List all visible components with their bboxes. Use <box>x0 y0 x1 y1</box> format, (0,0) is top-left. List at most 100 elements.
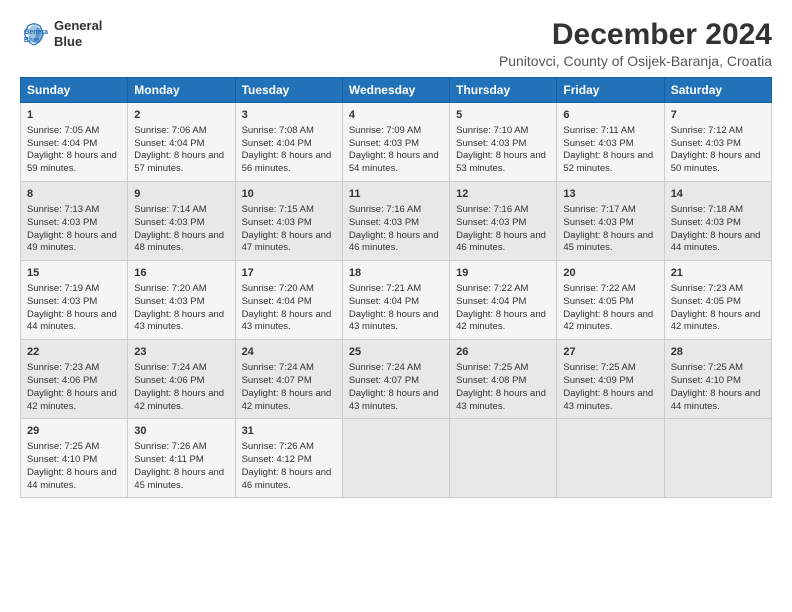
day-cell: 9Sunrise: 7:14 AMSunset: 4:03 PMDaylight… <box>128 182 235 261</box>
day-cell: 19Sunrise: 7:22 AMSunset: 4:04 PMDayligh… <box>450 261 557 340</box>
sunset: Sunset: 4:11 PM <box>134 454 204 465</box>
day-cell: 31Sunrise: 7:26 AMSunset: 4:12 PMDayligh… <box>235 419 342 498</box>
day-number: 6 <box>563 108 657 123</box>
day-number: 18 <box>349 266 443 281</box>
day-number: 23 <box>134 345 228 360</box>
daylight: Daylight: 8 hours and 44 minutes. <box>671 388 761 412</box>
sunrise: Sunrise: 7:25 AM <box>671 362 743 373</box>
day-cell <box>342 419 449 498</box>
day-cell: 7Sunrise: 7:12 AMSunset: 4:03 PMDaylight… <box>664 103 771 182</box>
daylight: Daylight: 8 hours and 43 minutes. <box>134 309 224 333</box>
daylight: Daylight: 8 hours and 53 minutes. <box>456 150 546 174</box>
day-cell: 21Sunrise: 7:23 AMSunset: 4:05 PMDayligh… <box>664 261 771 340</box>
header-cell-friday: Friday <box>557 78 664 103</box>
day-number: 1 <box>27 108 121 123</box>
day-number: 10 <box>242 187 336 202</box>
sunset: Sunset: 4:05 PM <box>671 296 741 307</box>
daylight: Daylight: 8 hours and 42 minutes. <box>27 388 117 412</box>
day-cell: 18Sunrise: 7:21 AMSunset: 4:04 PMDayligh… <box>342 261 449 340</box>
daylight: Daylight: 8 hours and 45 minutes. <box>134 467 224 491</box>
day-number: 11 <box>349 187 443 202</box>
day-cell: 25Sunrise: 7:24 AMSunset: 4:07 PMDayligh… <box>342 340 449 419</box>
day-number: 31 <box>242 424 336 439</box>
sunset: Sunset: 4:03 PM <box>671 217 741 228</box>
sunrise: Sunrise: 7:23 AM <box>671 283 743 294</box>
week-row-5: 29 Sunrise: 7:25 AM Sunset: 4:10 PM Dayligh… <box>21 419 772 498</box>
sunset: Sunset: 4:03 PM <box>134 296 204 307</box>
sunrise: Sunrise: 7:24 AM <box>134 362 206 373</box>
logo-icon: General Blue <box>20 20 48 48</box>
sunrise: Sunrise: 7:19 AM <box>27 283 99 294</box>
header-cell-monday: Monday <box>128 78 235 103</box>
sunset: Sunset: 4:07 PM <box>349 375 419 386</box>
daylight: Daylight: 8 hours and 44 minutes. <box>27 309 117 333</box>
sunrise: Sunrise: 7:10 AM <box>456 125 528 136</box>
sunrise: Sunrise: 7:25 AM <box>27 441 99 452</box>
daylight: Daylight: 8 hours and 44 minutes. <box>27 467 117 491</box>
day-number: 14 <box>671 187 765 202</box>
sunset: Sunset: 4:03 PM <box>134 217 204 228</box>
sunset: Sunset: 4:10 PM <box>671 375 741 386</box>
day-cell <box>664 419 771 498</box>
sunrise: Sunrise: 7:05 AM <box>27 125 99 136</box>
sunset: Sunset: 4:03 PM <box>349 138 419 149</box>
sunset: Sunset: 4:03 PM <box>456 138 526 149</box>
header-cell-sunday: Sunday <box>21 78 128 103</box>
sunrise: Sunrise: 7:26 AM <box>242 441 314 452</box>
month-year: December 2024 <box>499 18 772 51</box>
day-cell: 13Sunrise: 7:17 AMSunset: 4:03 PMDayligh… <box>557 182 664 261</box>
daylight: Daylight: 8 hours and 56 minutes. <box>242 150 332 174</box>
day-cell: 3Sunrise: 7:08 AMSunset: 4:04 PMDaylight… <box>235 103 342 182</box>
daylight: Daylight: 8 hours and 42 minutes. <box>563 309 653 333</box>
day-number: 2 <box>134 108 228 123</box>
day-cell: 1Sunrise: 7:05 AMSunset: 4:04 PMDaylight… <box>21 103 128 182</box>
sunrise: Sunrise: 7:20 AM <box>242 283 314 294</box>
day-number: 13 <box>563 187 657 202</box>
daylight: Daylight: 8 hours and 42 minutes. <box>456 309 546 333</box>
day-number: 21 <box>671 266 765 281</box>
header-cell-thursday: Thursday <box>450 78 557 103</box>
sunset: Sunset: 4:06 PM <box>27 375 97 386</box>
day-cell: 6Sunrise: 7:11 AMSunset: 4:03 PMDaylight… <box>557 103 664 182</box>
header-row: SundayMondayTuesdayWednesdayThursdayFrid… <box>21 78 772 103</box>
day-cell: 4Sunrise: 7:09 AMSunset: 4:03 PMDaylight… <box>342 103 449 182</box>
daylight: Daylight: 8 hours and 50 minutes. <box>671 150 761 174</box>
sunset: Sunset: 4:10 PM <box>27 454 97 465</box>
sunset: Sunset: 4:05 PM <box>563 296 633 307</box>
sunset: Sunset: 4:03 PM <box>563 138 633 149</box>
week-row-1: 1Sunrise: 7:05 AMSunset: 4:04 PMDaylight… <box>21 103 772 182</box>
daylight: Daylight: 8 hours and 59 minutes. <box>27 150 117 174</box>
day-cell: 8Sunrise: 7:13 AMSunset: 4:03 PMDaylight… <box>21 182 128 261</box>
day-number: 22 <box>27 345 121 360</box>
daylight: Daylight: 8 hours and 43 minutes. <box>456 388 546 412</box>
sunrise: Sunrise: 7:22 AM <box>563 283 635 294</box>
day-number: 17 <box>242 266 336 281</box>
sunrise: Sunrise: 7:25 AM <box>456 362 528 373</box>
day-number: 15 <box>27 266 121 281</box>
sunrise: Sunrise: 7:08 AM <box>242 125 314 136</box>
sunset: Sunset: 4:03 PM <box>563 217 633 228</box>
sunset: Sunset: 4:08 PM <box>456 375 526 386</box>
sunrise: Sunrise: 7:26 AM <box>134 441 206 452</box>
day-cell: 15Sunrise: 7:19 AMSunset: 4:03 PMDayligh… <box>21 261 128 340</box>
day-number: 7 <box>671 108 765 123</box>
sunset: Sunset: 4:03 PM <box>27 217 97 228</box>
day-number: 4 <box>349 108 443 123</box>
day-cell: 14Sunrise: 7:18 AMSunset: 4:03 PMDayligh… <box>664 182 771 261</box>
day-number: 19 <box>456 266 550 281</box>
day-cell: 2Sunrise: 7:06 AMSunset: 4:04 PMDaylight… <box>128 103 235 182</box>
daylight: Daylight: 8 hours and 49 minutes. <box>27 230 117 254</box>
day-cell: 17Sunrise: 7:20 AMSunset: 4:04 PMDayligh… <box>235 261 342 340</box>
day-cell <box>557 419 664 498</box>
header-cell-tuesday: Tuesday <box>235 78 342 103</box>
header: General Blue General Blue December 2024 … <box>20 18 772 69</box>
sunrise: Sunrise: 7:17 AM <box>563 204 635 215</box>
day-cell: 29 Sunrise: 7:25 AM Sunset: 4:10 PM Dayligh… <box>21 419 128 498</box>
sunrise: Sunrise: 7:12 AM <box>671 125 743 136</box>
day-number: 8 <box>27 187 121 202</box>
daylight: Daylight: 8 hours and 43 minutes. <box>242 309 332 333</box>
daylight: Daylight: 8 hours and 46 minutes. <box>456 230 546 254</box>
day-number: 29 <box>27 424 121 439</box>
sunrise: Sunrise: 7:06 AM <box>134 125 206 136</box>
daylight: Daylight: 8 hours and 46 minutes. <box>242 467 332 491</box>
